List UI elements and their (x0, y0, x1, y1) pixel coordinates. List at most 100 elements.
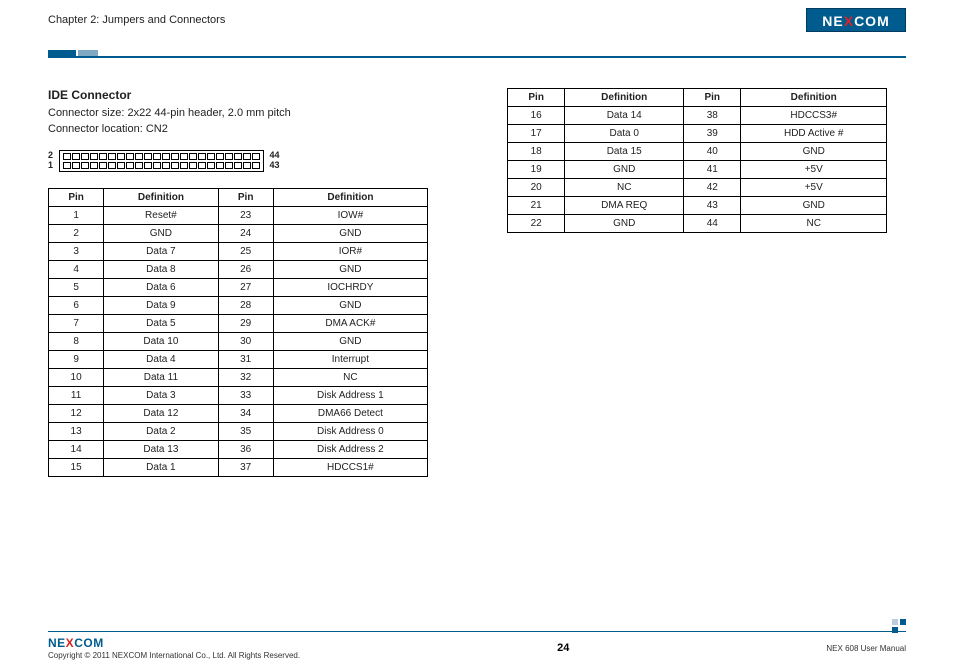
pin-square (117, 162, 125, 170)
th-pin: Pin (508, 89, 565, 107)
cell-definition: Data 15 (565, 143, 684, 161)
cell-pin: 7 (49, 315, 104, 333)
table-row: 15Data 137HDCCS1# (49, 459, 428, 477)
cell-definition: GND (741, 197, 887, 215)
pin-label-1: 1 (48, 161, 53, 171)
pin-square (117, 153, 125, 161)
table-row: 2GND24GND (49, 225, 428, 243)
table-row: 19GND41+5V (508, 161, 887, 179)
cell-pin: 40 (684, 143, 741, 161)
right-column: Pin Definition Pin Definition 16Data 143… (507, 88, 906, 612)
cell-pin: 10 (49, 369, 104, 387)
cell-definition: Data 3 (104, 387, 218, 405)
pin-square (207, 162, 215, 170)
pin-square (171, 162, 179, 170)
pin-square (189, 153, 197, 161)
cell-pin: 15 (49, 459, 104, 477)
table-row: 9Data 431Interrupt (49, 351, 428, 369)
section-title: IDE Connector (48, 88, 447, 102)
pin-square (243, 153, 251, 161)
cell-pin: 39 (684, 125, 741, 143)
pin-square (162, 153, 170, 161)
cell-definition: GND (104, 225, 218, 243)
cell-definition: GND (273, 225, 427, 243)
cell-definition: HDD Active # (741, 125, 887, 143)
pin-square (108, 153, 116, 161)
pin-square (252, 153, 260, 161)
pin-square (63, 153, 71, 161)
cell-pin: 41 (684, 161, 741, 179)
cell-definition: Data 5 (104, 315, 218, 333)
cell-definition: GND (273, 261, 427, 279)
cell-definition: GND (565, 215, 684, 233)
cell-definition: Data 4 (104, 351, 218, 369)
pin-square (90, 153, 98, 161)
cell-definition: IOW# (273, 207, 427, 225)
pin-square (243, 162, 251, 170)
cell-definition: Reset# (104, 207, 218, 225)
chapter-title: Chapter 2: Jumpers and Connectors (48, 14, 906, 26)
cell-definition: Data 7 (104, 243, 218, 261)
cell-definition: Data 11 (104, 369, 218, 387)
table-row: 16Data 1438HDCCS3# (508, 107, 887, 125)
pin-square (126, 162, 134, 170)
pin-square (144, 153, 152, 161)
brand-logo: NEXCOM (806, 8, 906, 32)
table-row: 14Data 1336Disk Address 2 (49, 441, 428, 459)
table-header-row: Pin Definition Pin Definition (49, 189, 428, 207)
cell-pin: 29 (218, 315, 273, 333)
cell-pin: 44 (684, 215, 741, 233)
cell-definition: DMA REQ (565, 197, 684, 215)
pin-square (225, 162, 233, 170)
cell-definition: IOR# (273, 243, 427, 261)
cell-definition: +5V (741, 179, 887, 197)
copyright-text: Copyright © 2011 NEXCOM International Co… (48, 651, 300, 660)
cell-definition: Data 12 (104, 405, 218, 423)
pin-square (225, 153, 233, 161)
connector-location: Connector location: CN2 (48, 123, 168, 135)
cell-definition: Disk Address 0 (273, 423, 427, 441)
logo-post: COM (854, 13, 890, 29)
th-pin: Pin (49, 189, 104, 207)
pin-square (198, 153, 206, 161)
cell-definition: NC (741, 215, 887, 233)
pin-label-right: 44 43 (270, 151, 280, 171)
cell-definition: Disk Address 1 (273, 387, 427, 405)
pin-square (216, 153, 224, 161)
table-header-row: Pin Definition Pin Definition (508, 89, 887, 107)
cell-definition: Data 14 (565, 107, 684, 125)
pin-square (180, 162, 188, 170)
th-definition: Definition (104, 189, 218, 207)
pin-square (153, 162, 161, 170)
left-column: IDE Connector Connector size: 2x22 44-pi… (48, 88, 447, 612)
pin-square (162, 162, 170, 170)
cell-pin: 16 (508, 107, 565, 125)
footer-left: NEXCOM Copyright © 2011 NEXCOM Internati… (48, 636, 300, 660)
pin-label-left: 2 1 (48, 151, 53, 171)
table-row: 12Data 1234DMA66 Detect (49, 405, 428, 423)
cell-pin: 32 (218, 369, 273, 387)
pin-square (135, 153, 143, 161)
footer-rule (48, 631, 906, 632)
cell-pin: 19 (508, 161, 565, 179)
footer-decor-icon (892, 619, 906, 633)
page-number: 24 (557, 642, 569, 654)
cell-definition: +5V (741, 161, 887, 179)
pin-square (216, 162, 224, 170)
pin-square (72, 162, 80, 170)
cell-definition: Data 10 (104, 333, 218, 351)
connector-diagram: 2 1 44 43 (48, 150, 447, 173)
table-row: 8Data 1030GND (49, 333, 428, 351)
pin-square (144, 162, 152, 170)
cell-pin: 33 (218, 387, 273, 405)
pin-square (234, 153, 242, 161)
cell-pin: 30 (218, 333, 273, 351)
cell-pin: 28 (218, 297, 273, 315)
cell-pin: 27 (218, 279, 273, 297)
table-row: 10Data 1132NC (49, 369, 428, 387)
table-row: 20NC42+5V (508, 179, 887, 197)
table-row: 22GND44NC (508, 215, 887, 233)
cell-pin: 23 (218, 207, 273, 225)
table-row: 21DMA REQ43GND (508, 197, 887, 215)
cell-pin: 1 (49, 207, 104, 225)
